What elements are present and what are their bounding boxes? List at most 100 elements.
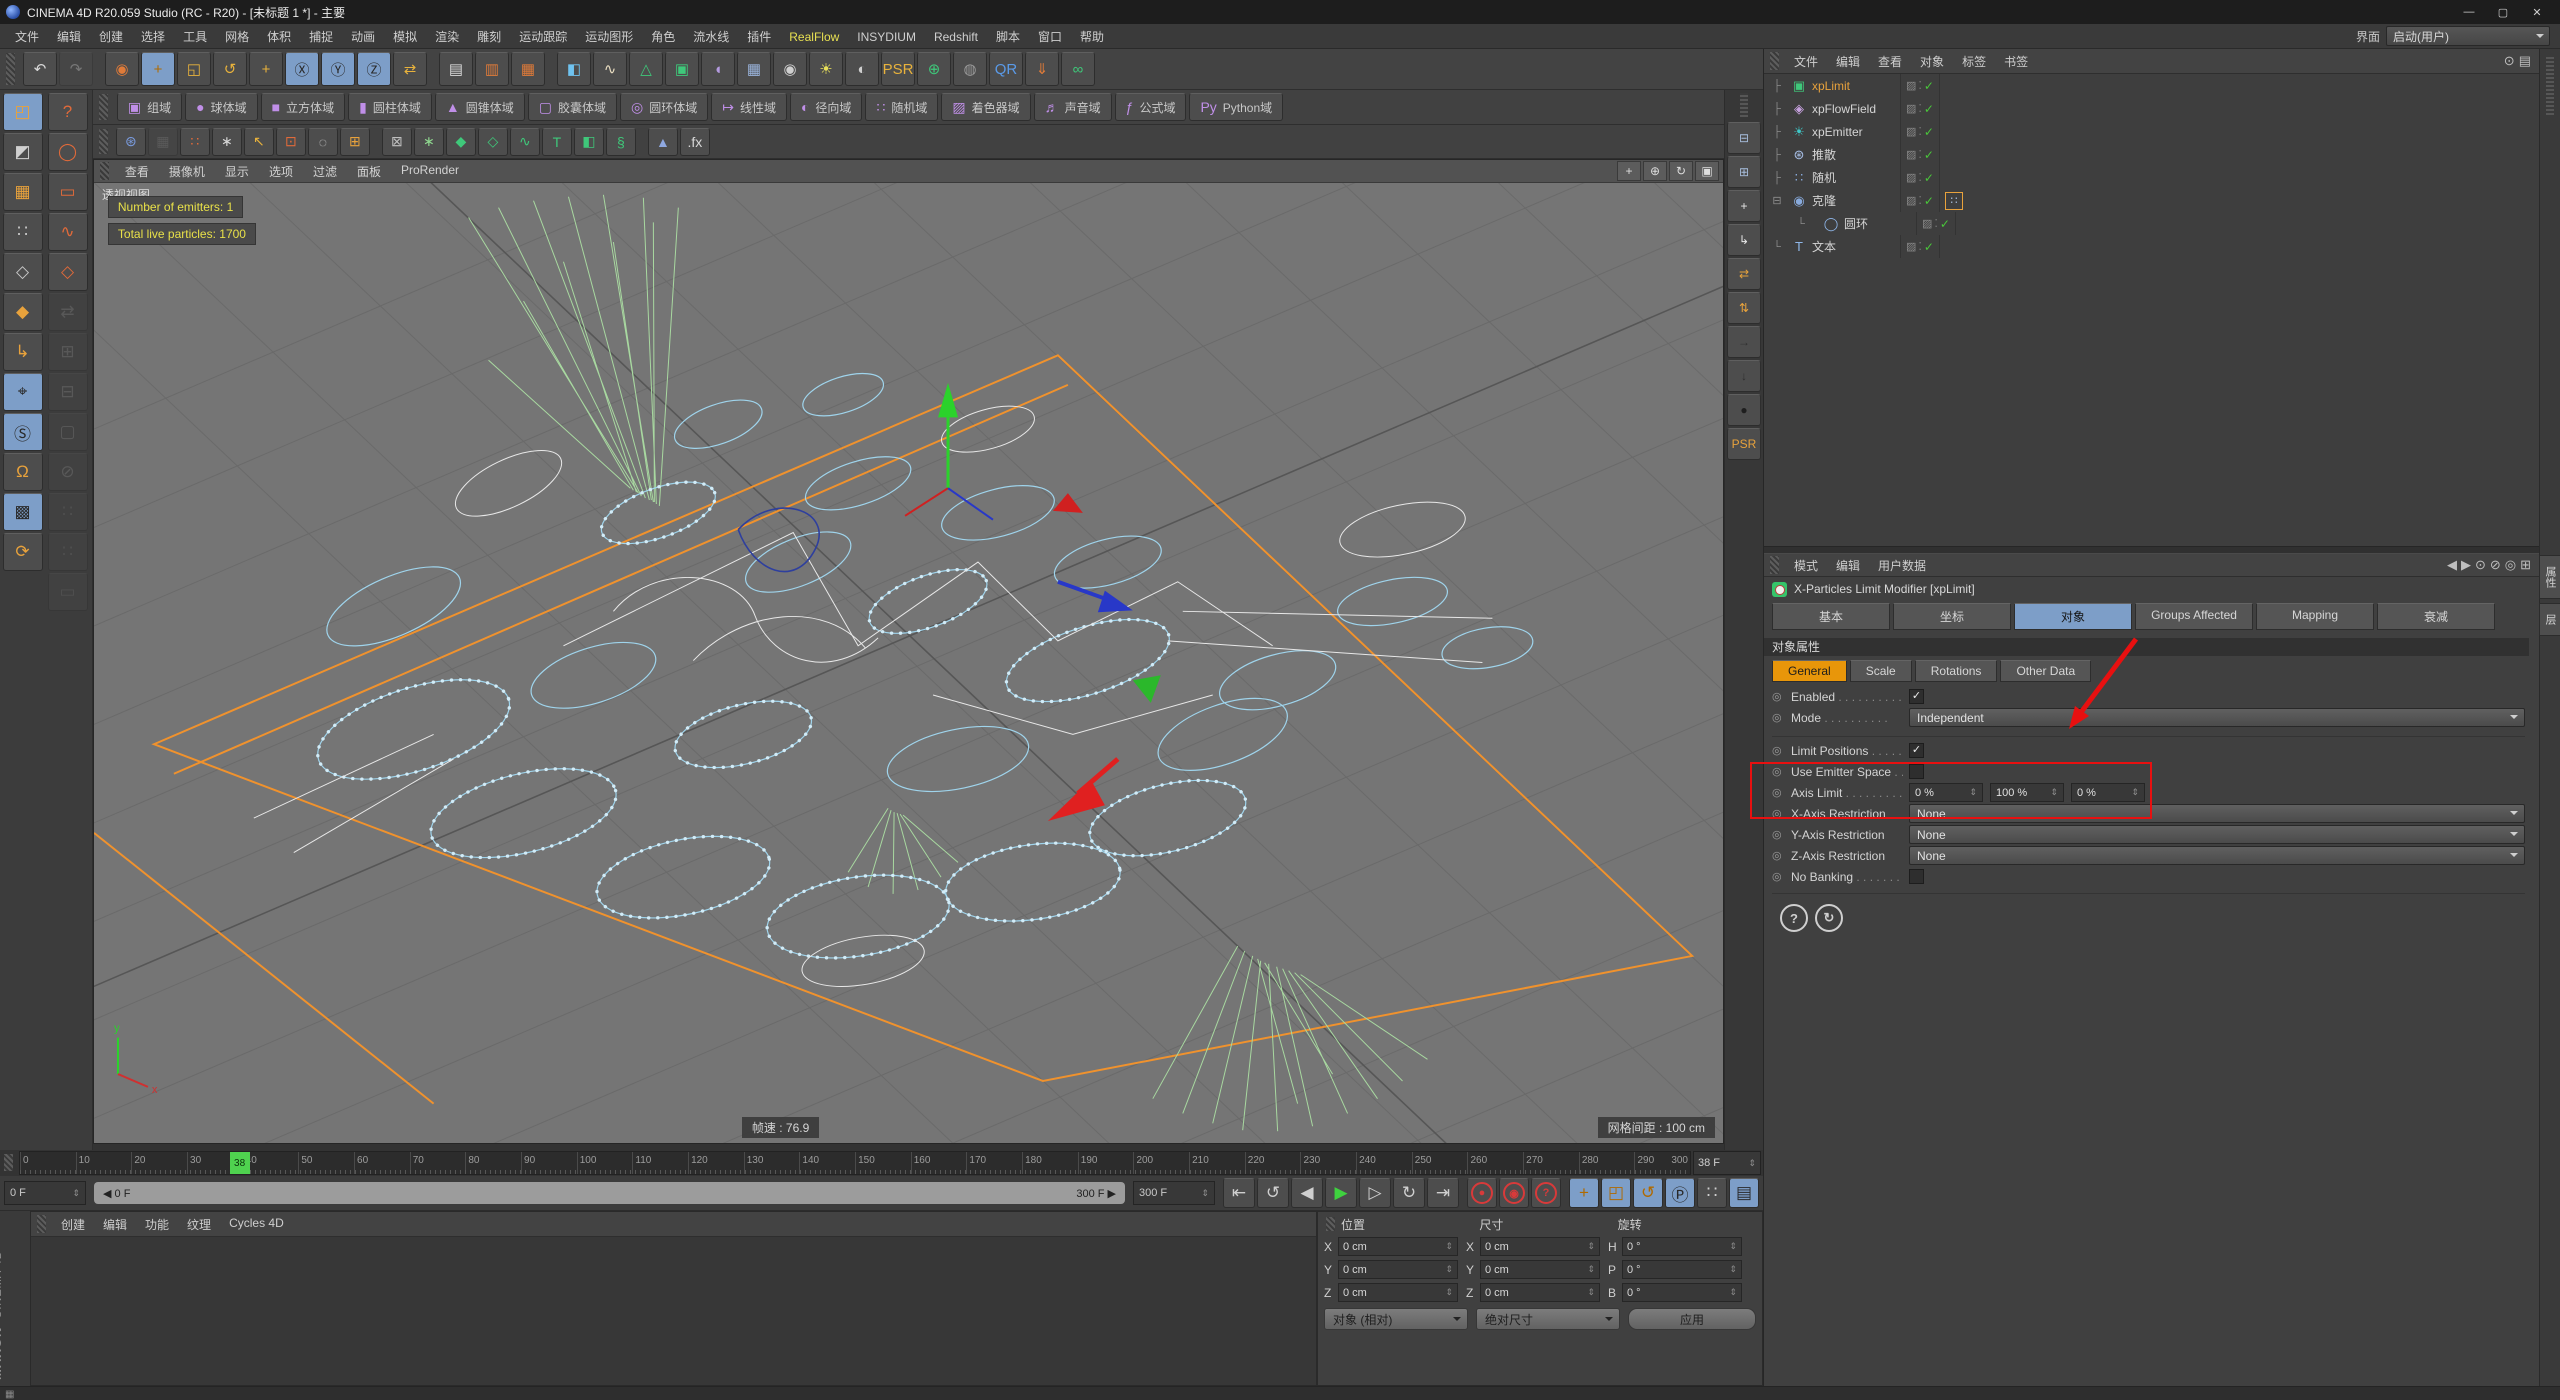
- anim-dot-icon[interactable]: ◎: [1772, 744, 1785, 757]
- attribute-tab[interactable]: 衰减: [2377, 603, 2495, 630]
- attribute-tab[interactable]: 坐标: [1893, 603, 2011, 630]
- limit-positions-checkbox[interactable]: [1909, 743, 1924, 758]
- toolbar-icon[interactable]: ◖: [701, 52, 735, 86]
- visibility-dots-icon[interactable]: ⁚: [1918, 79, 1922, 92]
- anim-dot-icon[interactable]: ◎: [1772, 711, 1785, 724]
- vertical-tab[interactable]: 层: [2539, 603, 2560, 636]
- key-toggle-button[interactable]: Ⓟ: [1665, 1178, 1695, 1208]
- frame-range-slider[interactable]: ◀ 0 F300 F ▶: [94, 1182, 1125, 1204]
- anim-dot-icon[interactable]: ◎: [1772, 690, 1785, 703]
- field-button[interactable]: PyPython域: [1189, 93, 1283, 121]
- toolbar-icon[interactable]: ◉: [105, 52, 139, 86]
- enabled-check-icon[interactable]: ✓: [1924, 125, 1934, 139]
- mograph-icon[interactable]: ∿: [510, 128, 540, 156]
- object-name[interactable]: 推散: [1808, 146, 1900, 163]
- attribute-tab[interactable]: 基本: [1772, 603, 1890, 630]
- object-row[interactable]: ⊟ ◉ 克隆 ▨ ⁚ ✓ ∷: [1764, 189, 2539, 212]
- position-field[interactable]: 0 cm: [1338, 1260, 1458, 1279]
- object-row[interactable]: ├ ◈ xpFlowField ▨ ⁚ ✓: [1764, 97, 2539, 120]
- object-row[interactable]: └ T 文本 ▨ ⁚ ✓: [1764, 235, 2539, 258]
- attribute-toolbar-icon[interactable]: ◀: [2447, 557, 2457, 573]
- panel-drag-handle[interactable]: [1740, 93, 1748, 117]
- window-control-button[interactable]: ✕: [2520, 1, 2554, 23]
- menu-item[interactable]: 工具: [174, 27, 216, 47]
- menu-item[interactable]: 网格: [216, 27, 258, 47]
- position-field[interactable]: 0 cm: [1338, 1283, 1458, 1302]
- arrange-icon[interactable]: ⇅: [1727, 292, 1761, 324]
- layer-toggle-icon[interactable]: ▨: [1906, 102, 1916, 115]
- selection-palette-icon[interactable]: ▢: [48, 413, 88, 451]
- apply-button[interactable]: 应用: [1628, 1308, 1756, 1330]
- material-menu-item[interactable]: 纹理: [178, 1213, 220, 1236]
- tree-branch[interactable]: ├: [1764, 149, 1790, 161]
- visibility-dots-icon[interactable]: ⁚: [1918, 171, 1922, 184]
- toolbar-icon[interactable]: ∿: [593, 52, 627, 86]
- transport-button[interactable]: ↺: [1257, 1178, 1289, 1208]
- range-start-spinner[interactable]: 0 F: [4, 1181, 86, 1205]
- toolbar-icon[interactable]: ⊕: [917, 52, 951, 86]
- mograph-icon[interactable]: ◧: [574, 128, 604, 156]
- menu-item[interactable]: 角色: [642, 27, 684, 47]
- tree-branch[interactable]: ├: [1764, 172, 1790, 184]
- position-mode-select[interactable]: 对象 (相对): [1324, 1308, 1468, 1330]
- menu-item[interactable]: INSYDIUM: [848, 27, 925, 47]
- arrange-icon[interactable]: +: [1727, 190, 1761, 222]
- object-row[interactable]: ├ ☀ xpEmitter ▨ ⁚ ✓: [1764, 120, 2539, 143]
- mode-palette-icon[interactable]: Ⓢ: [3, 413, 43, 451]
- enabled-check-icon[interactable]: ✓: [1940, 217, 1950, 231]
- toolbar-icon[interactable]: ▤: [439, 52, 473, 86]
- toolbar-icon[interactable]: Ⓩ: [357, 52, 391, 86]
- panel-drag-handle[interactable]: [99, 94, 108, 121]
- selection-palette-icon[interactable]: ▭: [48, 173, 88, 211]
- mograph-icon[interactable]: T: [542, 128, 572, 156]
- menu-item[interactable]: 文件: [6, 27, 48, 47]
- object-name[interactable]: xpEmitter: [1808, 125, 1900, 139]
- tree-branch[interactable]: └: [1764, 218, 1822, 230]
- selection-palette-icon[interactable]: ?: [48, 93, 88, 131]
- field-button[interactable]: ▢胶囊体域: [528, 93, 617, 121]
- menu-item[interactable]: 脚本: [987, 27, 1029, 47]
- object-menu-item[interactable]: 标签: [1953, 50, 1995, 73]
- visibility-dots-icon[interactable]: ⁚: [1918, 125, 1922, 138]
- toolbar-icon[interactable]: ∞: [1061, 52, 1095, 86]
- anim-dot-icon[interactable]: ◎: [1772, 828, 1785, 841]
- arrange-icon[interactable]: ⊞: [1727, 156, 1761, 188]
- no-banking-checkbox[interactable]: [1909, 869, 1924, 884]
- attribute-toolbar-icon[interactable]: ⊙: [2475, 557, 2486, 573]
- object-name[interactable]: xpFlowField: [1808, 102, 1900, 116]
- tree-branch[interactable]: └: [1764, 241, 1790, 253]
- timeline-ruler[interactable]: 0102030405060708090100110120130140150160…: [19, 1151, 1691, 1175]
- field-button[interactable]: ◎圆环体域: [620, 93, 708, 121]
- z-axis-restriction-select[interactable]: None: [1909, 846, 2525, 865]
- attribute-toolbar-icon[interactable]: ⊘: [2490, 557, 2501, 573]
- menu-item[interactable]: Redshift: [925, 27, 987, 47]
- viewport-menu-item[interactable]: 显示: [215, 161, 259, 182]
- material-list-area[interactable]: [31, 1237, 1316, 1385]
- object-row[interactable]: ├ ∷ 随机 ▨ ⁚ ✓: [1764, 166, 2539, 189]
- mode-palette-icon[interactable]: ▩: [3, 493, 43, 531]
- object-menu-item[interactable]: 书签: [1995, 50, 2037, 73]
- arrange-icon[interactable]: →: [1727, 326, 1761, 358]
- toolbar-icon[interactable]: ▦: [737, 52, 771, 86]
- panel-drag-handle[interactable]: [1770, 52, 1779, 71]
- toolbar-icon[interactable]: ◧: [557, 52, 591, 86]
- toolbar-icon[interactable]: △: [629, 52, 663, 86]
- selection-palette-icon[interactable]: ∿: [48, 213, 88, 251]
- attribute-subtab[interactable]: Scale: [1850, 660, 1912, 682]
- mograph-icon[interactable]: ◌: [308, 128, 338, 156]
- object-name[interactable]: 克隆: [1808, 192, 1900, 209]
- object-menu-item[interactable]: 文件: [1785, 50, 1827, 73]
- object-row[interactable]: ├ ⊛ 推散 ▨ ⁚ ✓: [1764, 143, 2539, 166]
- layer-toggle-icon[interactable]: ▨: [1906, 194, 1916, 207]
- mograph-icon[interactable]: ↖: [244, 128, 274, 156]
- mode-palette-icon[interactable]: ◩: [3, 133, 43, 171]
- selection-palette-icon[interactable]: ◯: [48, 133, 88, 171]
- key-toggle-button[interactable]: ▤: [1729, 1178, 1759, 1208]
- menu-item[interactable]: 捕捉: [300, 27, 342, 47]
- toolbar-icon[interactable]: Ⓨ: [321, 52, 355, 86]
- mode-palette-icon[interactable]: ▦: [3, 173, 43, 211]
- viewport-menu-item[interactable]: 过滤: [303, 161, 347, 182]
- menu-item[interactable]: 渲染: [426, 27, 468, 47]
- mograph-icon[interactable]: ▲: [648, 128, 678, 156]
- enabled-check-icon[interactable]: ✓: [1924, 194, 1934, 208]
